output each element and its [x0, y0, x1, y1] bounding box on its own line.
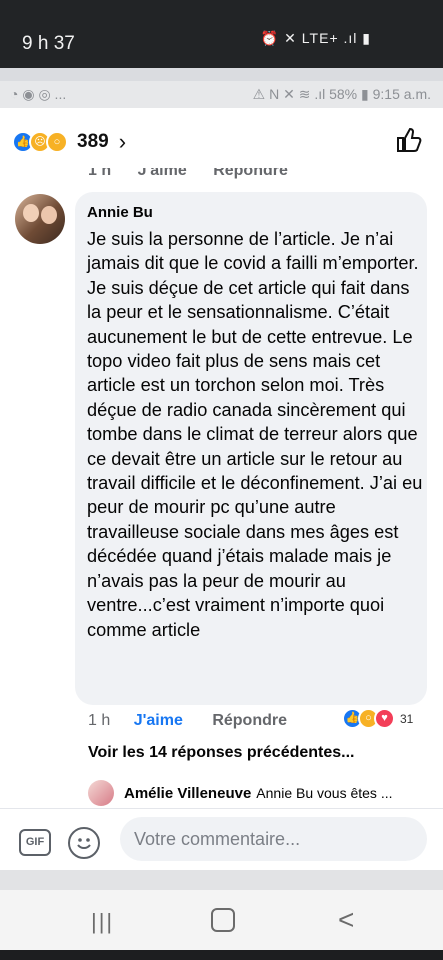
embedded-status-bar: ◔ ◉ ◎ ... ⚠ N ✕ ≋ .ıl 58% ▮ 9:15 a.m.: [0, 81, 443, 108]
comment-actions: 1 h J'aime Répondre: [88, 712, 287, 730]
reply-avatar: [88, 780, 114, 806]
battery-icon: ▮: [361, 86, 373, 102]
phone-status-bar: 9 h 37 ⏰ ✕ LTE+ .ıl ▮: [0, 0, 443, 68]
reaction-count: 389: [77, 131, 109, 152]
previous-reply-button[interactable]: Répondre: [213, 168, 288, 179]
android-navigation-bar: ||| <: [0, 890, 443, 950]
comment-reactions[interactable]: 👍 ○ ♥ 31: [342, 708, 413, 729]
comment-composer: GIF Votre commentaire...: [0, 808, 443, 871]
comments-panel: 👍 ☹ ○ 389 › 1 h J'aime Répondre Annie Bu…: [0, 108, 443, 808]
like-button[interactable]: J'aime: [134, 712, 183, 729]
chevron-right-icon: ›: [118, 129, 127, 154]
embedded-status-left-icons: ◔ ◉ ◎ ...: [10, 86, 67, 102]
signal-icons: ⚠ N ✕ ≋ .ıl: [252, 86, 330, 102]
status-gap: [0, 68, 443, 81]
wow-reaction-icon: ○: [46, 131, 68, 153]
reply-preview[interactable]: Amélie Villeneuve Annie Bu vous êtes ...: [88, 780, 393, 806]
previous-comment-actions: 1 h J'aime Répondre: [88, 162, 310, 180]
comment-text: Je suis la personne de l’article. Je n’a…: [87, 229, 423, 640]
embedded-status-right: ⚠ N ✕ ≋ .ıl 58% ▮ 9:15 a.m.: [253, 86, 431, 103]
comment-author[interactable]: Annie Bu: [87, 204, 153, 221]
thumbs-up-icon[interactable]: [395, 126, 423, 154]
phone-status-icons: ⏰ ✕ LTE+ .ıl ▮: [260, 30, 371, 46]
emoji-icon[interactable]: [68, 827, 100, 859]
recents-button[interactable]: |||: [91, 909, 114, 935]
gif-button[interactable]: GIF: [19, 829, 51, 856]
back-button[interactable]: <: [338, 904, 354, 936]
battery-percentage: 58%: [329, 86, 358, 102]
comment-input[interactable]: Votre commentaire...: [120, 817, 427, 861]
heart-reaction-icon: ♥: [374, 708, 395, 729]
comment-time: 1 h: [88, 712, 111, 729]
embedded-time: 9:15 a.m.: [372, 86, 431, 102]
emoji-face-icon: [77, 838, 91, 849]
reply-text: Annie Bu vous êtes ...: [256, 785, 393, 801]
avatar[interactable]: [15, 194, 65, 244]
bottom-strip: [0, 950, 443, 960]
reply-author: Amélie Villeneuve: [124, 784, 252, 802]
phone-time: 9 h 37: [22, 33, 75, 54]
home-button[interactable]: [211, 908, 235, 932]
previous-like-button[interactable]: J'aime: [138, 168, 187, 179]
comment-bubble: Annie Bu Je suis la personne de l’articl…: [75, 192, 427, 705]
composer-gap: [0, 870, 443, 890]
comment-reaction-count: 31: [400, 711, 414, 726]
previous-time: 1 h: [88, 162, 112, 179]
see-previous-replies-link[interactable]: Voir les 14 réponses précédentes...: [88, 744, 355, 762]
reactions-summary[interactable]: 👍 ☹ ○ 389 ›: [12, 128, 126, 156]
reply-button[interactable]: Répondre: [212, 712, 287, 729]
